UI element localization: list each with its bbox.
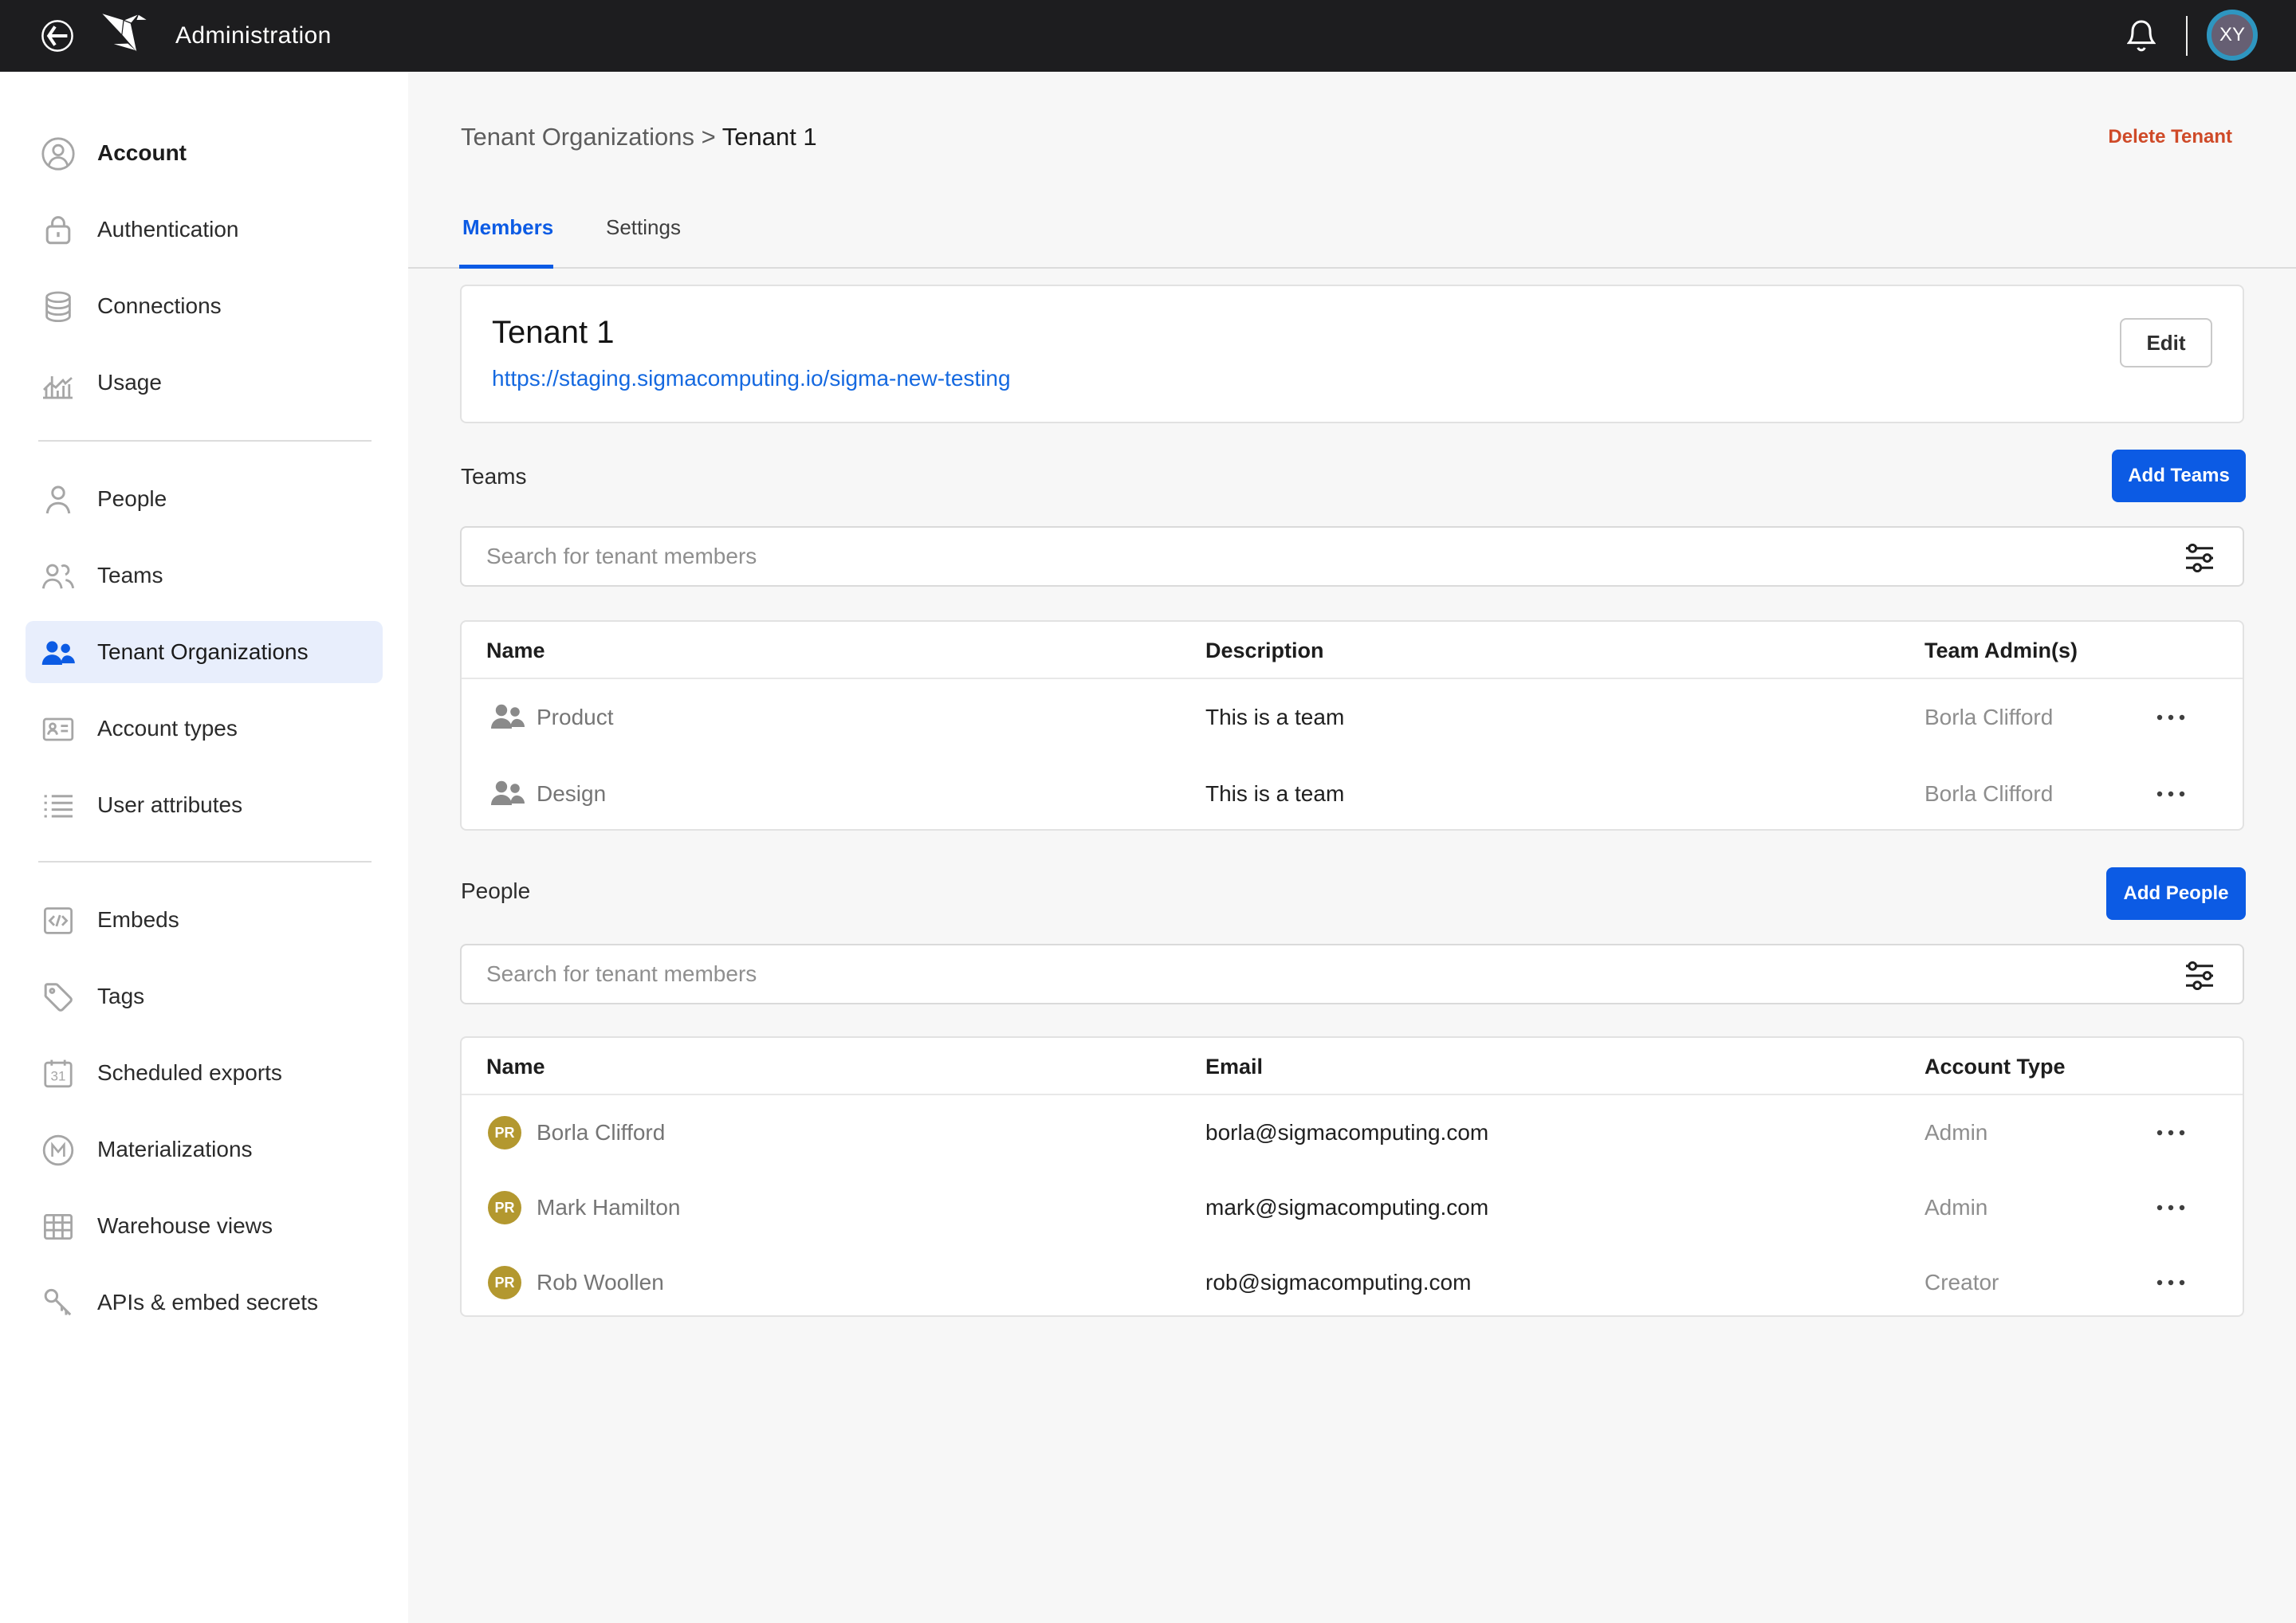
svg-text:31: 31 [51, 1069, 66, 1084]
